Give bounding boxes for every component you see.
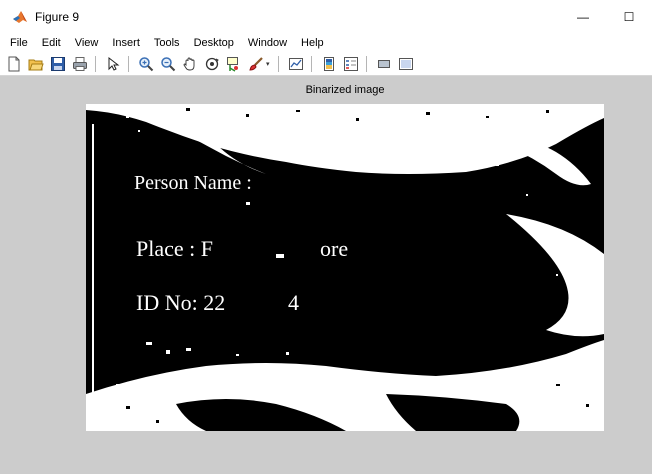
menu-edit[interactable]: Edit [35, 37, 68, 49]
window-title: Figure 9 [35, 9, 80, 24]
zoom-in-button[interactable] [137, 55, 155, 73]
image-text-id: ID No: 22 [136, 290, 226, 315]
title-bar: Figure 9 — ☐ [0, 0, 652, 33]
figure-toolbar: ▾ [0, 52, 652, 76]
image-text-place: Place : F [136, 236, 213, 261]
toolbar-separator [128, 55, 129, 72]
zoom-in-icon [139, 56, 154, 71]
menu-bar: File Edit View Insert Tools Desktop Wind… [0, 34, 652, 52]
edit-plot-button[interactable] [104, 55, 122, 73]
zoom-out-icon [161, 56, 176, 71]
binarized-image: Person Name : Place : F ore ID No: 22 4 [86, 104, 604, 431]
toolbar-separator [95, 55, 96, 72]
save-figure-icon [51, 56, 65, 71]
insert-legend-button[interactable] [342, 55, 360, 73]
insert-colorbar-button[interactable] [320, 55, 338, 73]
data-cursor-button[interactable] [225, 55, 243, 73]
rotate-3d-icon [205, 57, 219, 70]
menu-view[interactable]: View [68, 37, 106, 49]
data-cursor-icon [227, 56, 238, 72]
print-figure-icon [73, 56, 87, 71]
show-plot-tools-button[interactable] [397, 55, 415, 73]
toolbar-separator [278, 55, 279, 72]
open-file-icon [28, 59, 44, 70]
axes-title: Binarized image [305, 84, 385, 96]
menu-file[interactable]: File [0, 37, 35, 49]
binarized-image-texture [86, 104, 604, 431]
toolbar-separator [366, 55, 367, 72]
new-figure-button[interactable] [5, 55, 23, 73]
insert-colorbar-icon [324, 56, 334, 71]
edit-plot-arrow-icon [108, 56, 120, 71]
zoom-out-button[interactable] [159, 55, 177, 73]
pan-hand-icon [183, 57, 195, 70]
maximize-icon: ☐ [623, 9, 635, 24]
image-text-person-name: Person Name : [134, 172, 252, 194]
brush-icon [249, 56, 263, 71]
toolbar-separator [311, 55, 312, 72]
image-text-id-end: 4 [288, 290, 299, 315]
menu-window[interactable]: Window [241, 37, 294, 49]
hide-plot-tools-icon [378, 59, 390, 68]
menu-help[interactable]: Help [294, 37, 331, 49]
menu-insert[interactable]: Insert [105, 37, 147, 49]
menu-desktop[interactable]: Desktop [187, 37, 241, 49]
maximize-button[interactable]: ☐ [606, 0, 652, 33]
print-figure-button[interactable] [71, 55, 89, 73]
pan-button[interactable] [181, 55, 199, 73]
minimize-button[interactable]: — [560, 0, 606, 33]
menu-tools[interactable]: Tools [147, 37, 187, 49]
brush-dropdown-icon[interactable]: ▾ [266, 60, 272, 68]
hide-plot-tools-button[interactable] [375, 55, 393, 73]
open-file-button[interactable] [27, 55, 45, 73]
image-text-place-end: ore [320, 236, 349, 261]
brush-button[interactable] [247, 55, 265, 73]
new-figure-icon [8, 56, 20, 71]
link-plot-icon [289, 57, 303, 70]
link-plot-button[interactable] [287, 55, 305, 73]
minimize-icon: — [577, 9, 589, 24]
show-plot-tools-icon [399, 57, 413, 70]
matlab-logo-icon [13, 10, 27, 23]
save-figure-button[interactable] [49, 55, 67, 73]
insert-legend-icon [344, 56, 358, 71]
rotate-3d-button[interactable] [203, 55, 221, 73]
